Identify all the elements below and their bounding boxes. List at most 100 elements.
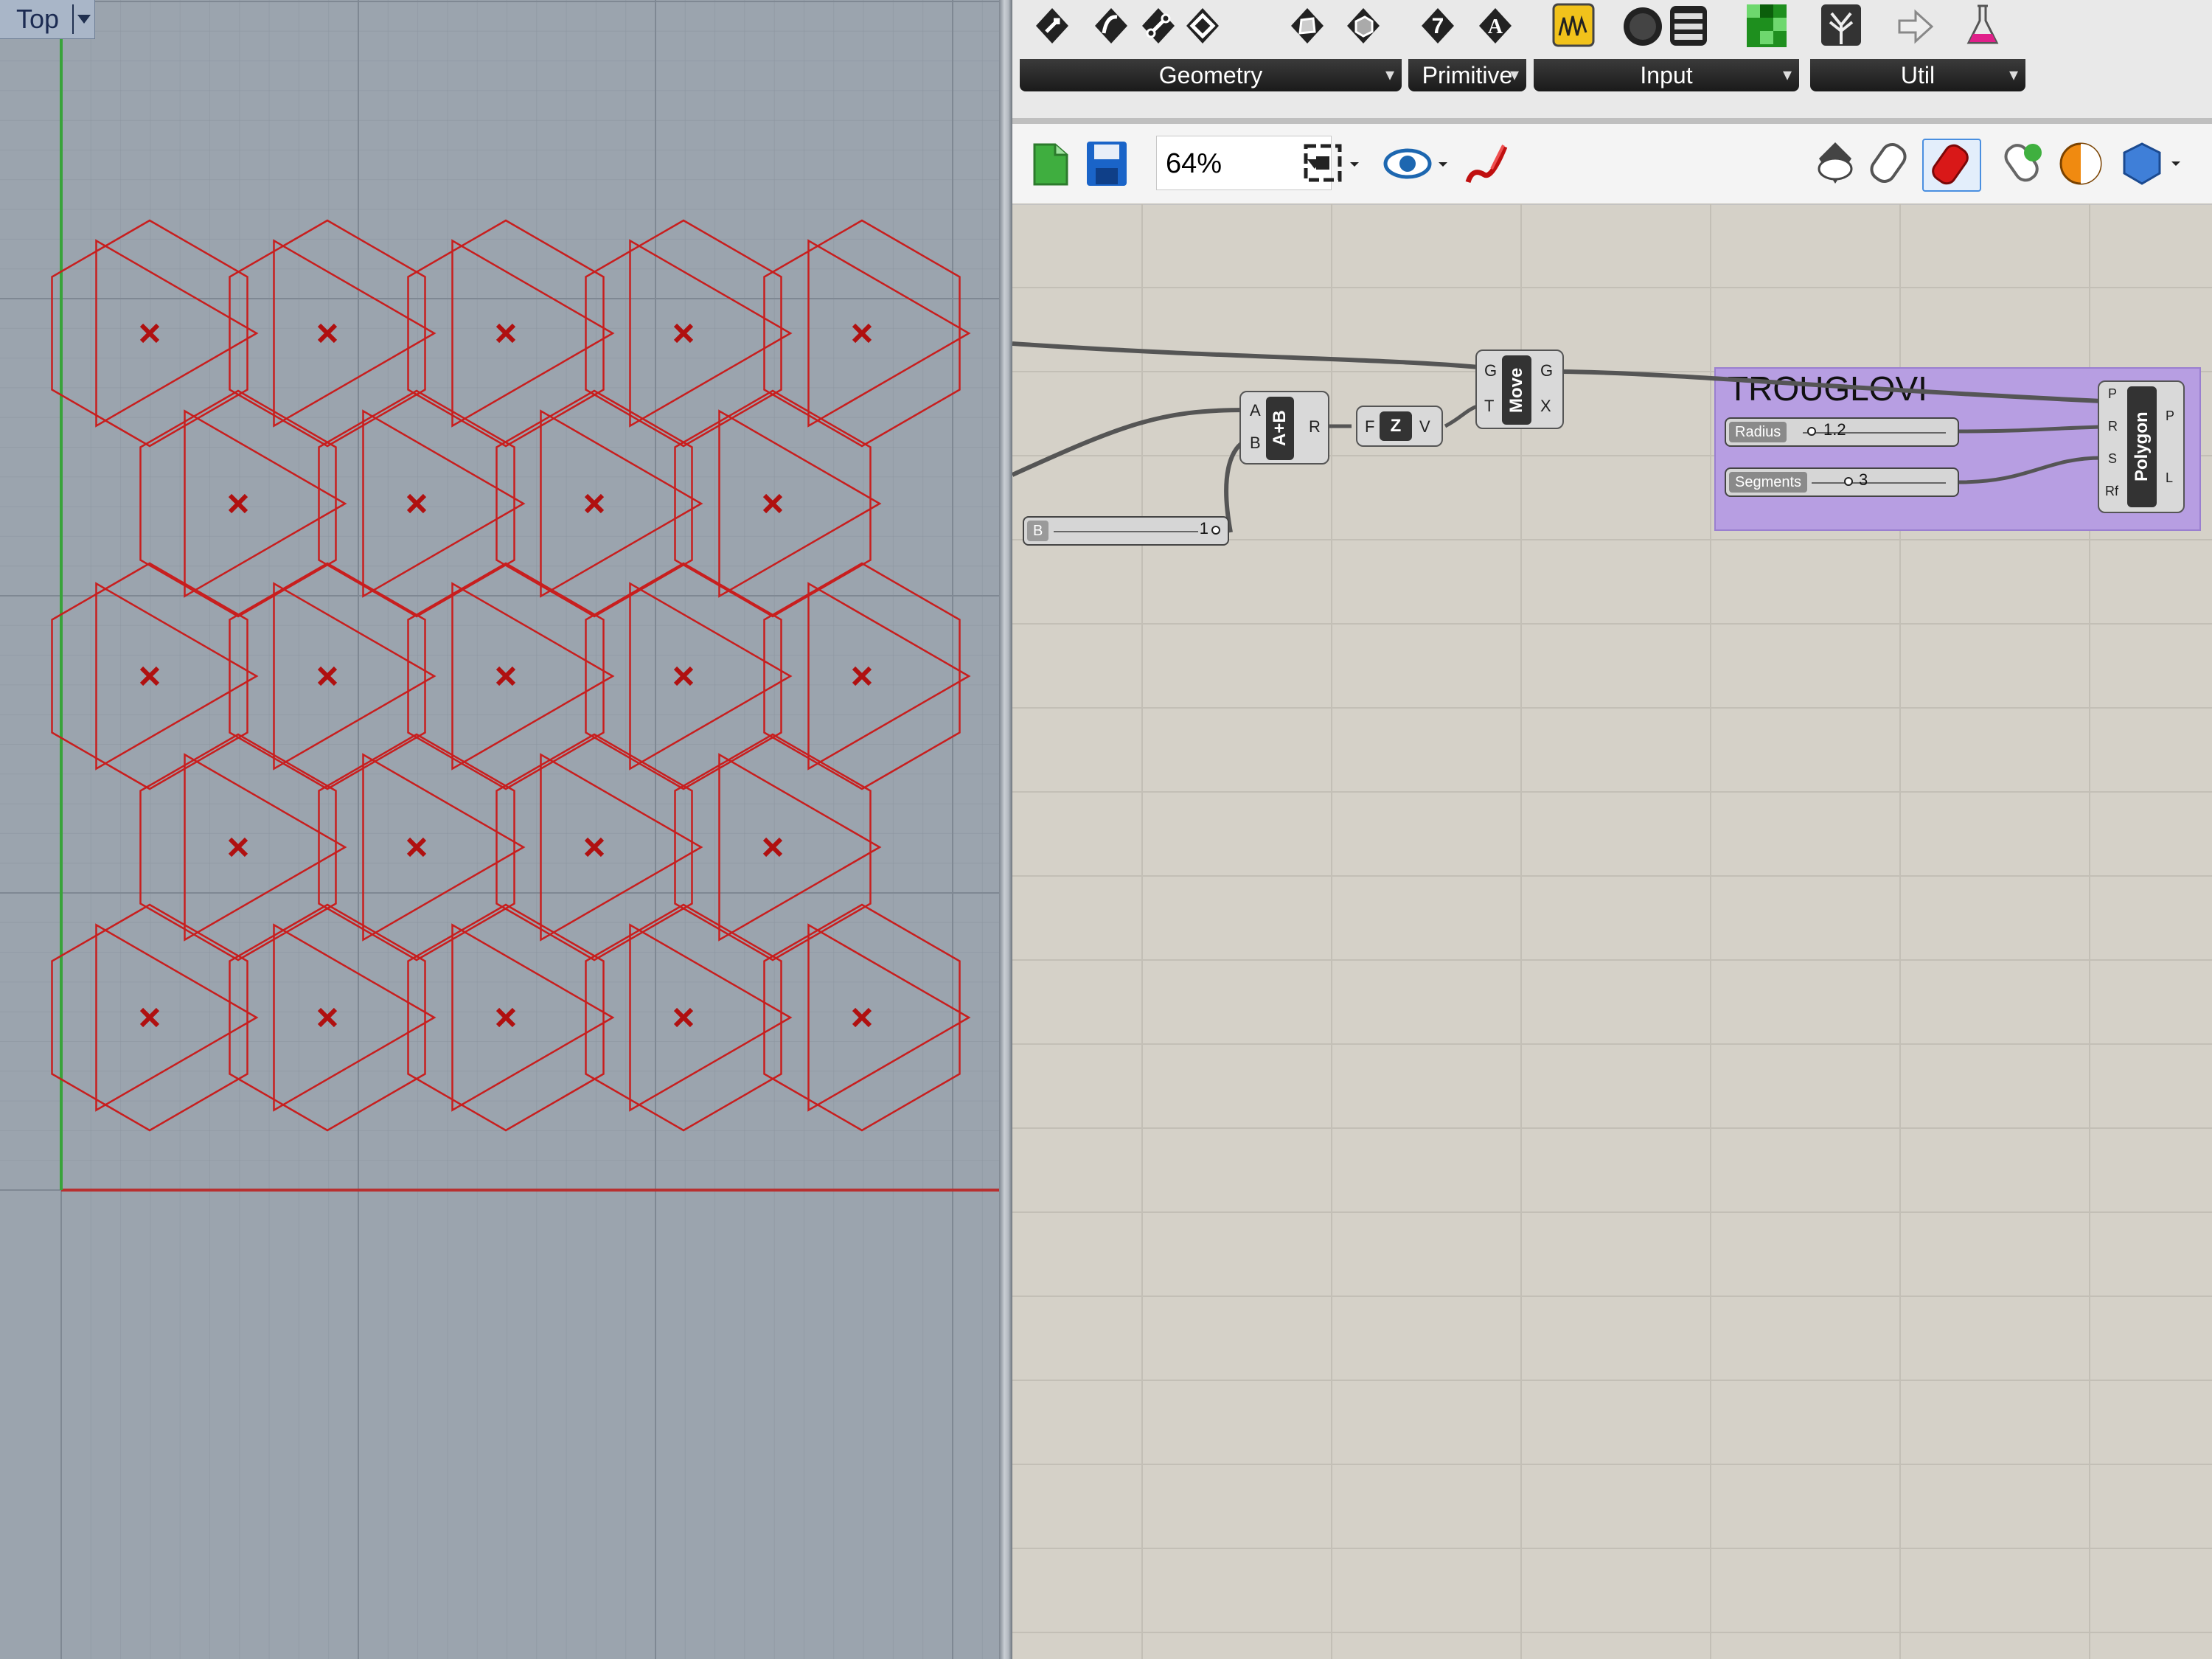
input-rf[interactable]: Rf: [2105, 484, 2118, 499]
input-p[interactable]: P: [2108, 386, 2117, 402]
component-ribbon: Geometry ▾ 7 A Primitive ▾ Input ▾ Util …: [1012, 0, 2212, 122]
output-x[interactable]: X: [1540, 397, 1551, 416]
move-component[interactable]: G T Move G X: [1475, 349, 1564, 429]
point-marker: [852, 666, 872, 686]
ribbon-group-label[interactable]: Util ▾: [1810, 59, 2025, 91]
ribbon-separator: [1012, 118, 2212, 124]
grasshopper-canvas[interactable]: TROUGLOVI B 1 A B A+B R F Z V G T Move G…: [1012, 204, 2212, 1659]
grasshopper-window: Geometry ▾ 7 A Primitive ▾ Input ▾ Util …: [1012, 0, 2212, 1659]
slider-name: B: [1027, 521, 1049, 541]
input-f[interactable]: F: [1365, 417, 1374, 437]
unit-z-component[interactable]: F Z V: [1356, 406, 1443, 447]
expand-arrow-icon[interactable]: ▾: [1385, 59, 1394, 91]
preview-selected-icon[interactable]: [1922, 139, 1981, 192]
slider-segments[interactable]: Segments 3: [1725, 467, 1959, 497]
open-file-icon[interactable]: [1029, 139, 1073, 189]
preview-shaded-icon[interactable]: [1868, 139, 1912, 189]
output-v[interactable]: V: [1419, 417, 1430, 437]
viewport-label[interactable]: Top: [0, 0, 96, 39]
zoom-extents-icon[interactable]: [1300, 139, 1366, 189]
slider-knob[interactable]: [1844, 477, 1853, 486]
box-icon[interactable]: [1341, 0, 1385, 52]
output-l[interactable]: L: [2166, 470, 2173, 486]
arrow-icon[interactable]: [1893, 0, 1937, 52]
graph-icon[interactable]: [1551, 0, 1596, 52]
wires: [1012, 341, 2103, 533]
slider-knob[interactable]: [1807, 427, 1816, 436]
tree-icon[interactable]: [1819, 0, 1863, 52]
viewport-canvas[interactable]: [0, 0, 999, 1659]
point-marker: [317, 323, 338, 344]
output-p[interactable]: P: [2166, 408, 2174, 424]
ribbon-group-label[interactable]: Input ▾: [1534, 59, 1799, 91]
ribbon-group-input: Input ▾: [1534, 0, 1799, 93]
ribbon-group-primitive: 7 A Primitive ▾: [1408, 0, 1526, 93]
expand-arrow-icon[interactable]: ▾: [2009, 59, 2018, 91]
sketch-pen-icon[interactable]: [1461, 139, 1512, 189]
point-marker: [495, 323, 516, 344]
color-icon[interactable]: [1745, 0, 1789, 52]
point-marker: [228, 837, 248, 858]
point-marker: [495, 666, 516, 686]
preview-eye-icon[interactable]: [1381, 139, 1455, 189]
slider-b[interactable]: B 1: [1023, 516, 1229, 546]
expand-arrow-icon[interactable]: ▾: [1510, 59, 1519, 91]
input-s[interactable]: S: [2108, 451, 2117, 467]
component-caption: Move: [1502, 355, 1531, 425]
vector-icon[interactable]: [1030, 0, 1074, 52]
input-r[interactable]: R: [2108, 419, 2118, 434]
slider-track[interactable]: [1054, 531, 1198, 532]
rhino-viewport[interactable]: Top: [0, 0, 999, 1659]
slider-knob[interactable]: [1211, 526, 1220, 535]
point-marker: [317, 666, 338, 686]
polygon-component[interactable]: P R S Rf Polygon P L: [2098, 380, 2185, 513]
input-g[interactable]: G: [1484, 361, 1497, 380]
point-marker: [762, 837, 783, 858]
point-marker: [406, 493, 427, 514]
addition-component[interactable]: A B A+B R: [1239, 391, 1329, 465]
sphere-icon[interactable]: [1621, 0, 1665, 52]
line-icon[interactable]: [1136, 0, 1180, 52]
window-splitter[interactable]: [999, 0, 1012, 1659]
input-b[interactable]: B: [1250, 434, 1261, 453]
flask-icon[interactable]: [1961, 0, 2005, 52]
slider-name: Segments: [1729, 472, 1808, 493]
surface-icon[interactable]: [1180, 0, 1225, 52]
slider-name: Radius: [1729, 422, 1787, 442]
canvas-toolbar: 64%: [1012, 124, 2212, 205]
ribbon-group-geometry: Geometry ▾: [1020, 0, 1402, 93]
save-icon[interactable]: [1085, 139, 1129, 189]
point-marker: [139, 666, 160, 686]
preview-wire-icon[interactable]: [1813, 139, 1857, 189]
point-marker: [673, 323, 694, 344]
ribbon-group-label[interactable]: Primitive ▾: [1408, 59, 1526, 91]
gem-icon[interactable]: [2118, 139, 2185, 189]
mesh-icon[interactable]: [1285, 0, 1329, 52]
ribbon-group-label[interactable]: Geometry ▾: [1020, 59, 1402, 91]
viewport-title: Top: [16, 4, 60, 34]
bake-icon[interactable]: [1999, 139, 2051, 189]
output-g[interactable]: G: [1540, 361, 1553, 380]
point-marker: [584, 837, 605, 858]
component-caption: Z: [1380, 411, 1412, 441]
point-marker: [584, 493, 605, 514]
input-t[interactable]: T: [1484, 397, 1494, 416]
point-marker: [406, 837, 427, 858]
list-icon[interactable]: [1666, 0, 1711, 52]
text-icon[interactable]: A: [1473, 0, 1517, 52]
point-marker: [673, 666, 694, 686]
point-marker: [852, 323, 872, 344]
component-caption: Polygon: [2127, 386, 2157, 507]
slider-value: 1.2: [1823, 420, 1846, 439]
curve-icon[interactable]: [1089, 0, 1133, 52]
expand-arrow-icon[interactable]: ▾: [1783, 59, 1792, 91]
slider-value: 1: [1199, 519, 1208, 538]
viewport-menu-dropdown[interactable]: [72, 4, 94, 34]
display-mode-icon[interactable]: [2055, 139, 2107, 189]
component-caption: A+B: [1266, 397, 1294, 460]
output-r[interactable]: R: [1309, 417, 1321, 437]
slider-radius[interactable]: Radius 1.2: [1725, 417, 1959, 447]
integer-icon[interactable]: 7: [1416, 0, 1460, 52]
slider-track[interactable]: [1812, 482, 1946, 484]
input-a[interactable]: A: [1250, 401, 1261, 420]
